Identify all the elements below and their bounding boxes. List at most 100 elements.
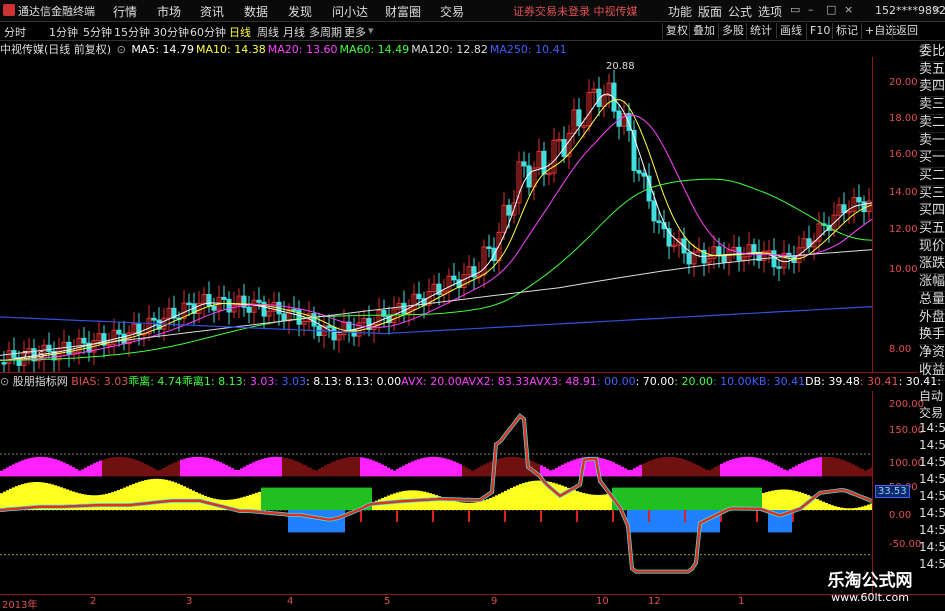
- side-item[interactable]: 卖三: [919, 96, 945, 116]
- period-60min[interactable]: 60分钟: [190, 24, 226, 40]
- yellow-band: [9, 488, 12, 510]
- magenta-band: [66, 464, 69, 477]
- menu-shichang[interactable]: 市场: [157, 3, 181, 20]
- period-fenshi[interactable]: 分时: [4, 24, 26, 40]
- window-close-icon[interactable]: ×: [932, 3, 943, 16]
- tool-biaoji[interactable]: 标记: [832, 23, 858, 39]
- login-notice[interactable]: 证券交易未登录 中视传媒: [513, 3, 638, 19]
- side-item[interactable]: 卖一: [919, 132, 945, 151]
- magenta-band: [198, 456, 201, 477]
- yellow-band: [501, 492, 504, 510]
- period-more[interactable]: 更多: [344, 24, 366, 40]
- minimize-icon[interactable]: ▭: [790, 3, 801, 16]
- menu-banmian[interactable]: 版面: [698, 3, 722, 20]
- period-1min[interactable]: 1分钟: [49, 24, 78, 40]
- settings-circle-icon[interactable]: ⊙: [0, 375, 9, 388]
- period-15min[interactable]: 15分钟: [114, 24, 150, 40]
- side-item[interactable]: 买二: [919, 167, 945, 186]
- yellow-band: [87, 494, 90, 510]
- menu-xuanxiang[interactable]: 选项: [758, 3, 782, 20]
- side-item[interactable]: 总量: [919, 291, 945, 310]
- green-band: [651, 487, 654, 510]
- menu-hangqing[interactable]: 行情: [113, 3, 137, 20]
- tool-fuquan[interactable]: 复权: [662, 23, 688, 39]
- magenta-band: [390, 469, 393, 477]
- tool-duogu[interactable]: 多股: [718, 23, 744, 39]
- period-weekly[interactable]: 周线: [257, 24, 279, 40]
- side-item[interactable]: 买一: [919, 149, 945, 169]
- green-band: [663, 487, 666, 510]
- side-item[interactable]: 外盘: [919, 309, 945, 328]
- chevron-down-icon[interactable]: ▾: [368, 24, 374, 37]
- menu-jiaoyi[interactable]: 交易: [440, 3, 464, 20]
- restore-icon[interactable]: –: [808, 3, 819, 16]
- yellow-band: [159, 478, 162, 510]
- period-multi[interactable]: 多周期: [309, 24, 342, 40]
- side-item[interactable]: 卖五: [919, 61, 945, 80]
- tool-zixuan[interactable]: +自选: [861, 23, 896, 39]
- tool-tongji[interactable]: 统计: [746, 23, 772, 39]
- yellow-band: [6, 490, 9, 510]
- yellow-band: [795, 491, 798, 510]
- side-item[interactable]: 买四: [919, 202, 945, 222]
- magenta-band: [36, 456, 39, 477]
- green-band: [705, 487, 708, 510]
- indicator-value-0: BIAS: 3.03: [71, 375, 129, 388]
- tool-fanhui[interactable]: 返回: [892, 23, 918, 39]
- candle-body: [81, 337, 87, 344]
- indicator-chart[interactable]: [0, 391, 872, 594]
- close-small-icon[interactable]: ×: [844, 3, 855, 16]
- low-price-label: 7.26: [22, 350, 44, 361]
- period-5min[interactable]: 5分钟: [83, 24, 112, 40]
- magenta-band: [774, 464, 777, 477]
- side-item[interactable]: 现价: [919, 238, 945, 257]
- menu-zixun[interactable]: 资讯: [200, 3, 224, 20]
- magenta-band: [447, 459, 450, 477]
- magenta-band: [510, 456, 513, 477]
- period-30min[interactable]: 30分钟: [153, 24, 189, 40]
- green-band: [690, 487, 693, 510]
- period-daily[interactable]: 日线: [229, 24, 251, 40]
- magenta-band: [24, 459, 27, 477]
- tool-huaxian[interactable]: 画线: [776, 23, 802, 39]
- tool-diejia[interactable]: 叠加: [689, 23, 715, 39]
- side-item[interactable]: 换手: [919, 326, 945, 346]
- tool-f10[interactable]: F10: [806, 23, 830, 39]
- magenta-band: [780, 467, 783, 477]
- magenta-band: [417, 459, 420, 477]
- side-item[interactable]: 涨跌: [919, 255, 945, 275]
- magenta-band: [303, 464, 306, 477]
- side-item[interactable]: 委比: [919, 43, 945, 62]
- side-item[interactable]: 卖四: [919, 78, 945, 98]
- side-item[interactable]: 买五: [919, 220, 945, 239]
- candle-body: [771, 250, 777, 268]
- side-item[interactable]: 卖二: [919, 114, 945, 133]
- date-tick: 9: [491, 596, 498, 607]
- candlestick-chart[interactable]: 20.88 7.26: [0, 57, 872, 372]
- menu-wenxiaoda[interactable]: 问小达: [332, 3, 368, 20]
- menu-faxian[interactable]: 发现: [288, 3, 312, 20]
- yellow-band: [816, 499, 819, 510]
- menu-shuju[interactable]: 数据: [244, 3, 268, 20]
- indicator-name[interactable]: 股朋指标网: [13, 375, 68, 388]
- menu-gongneng[interactable]: 功能: [668, 3, 692, 20]
- yellow-band: [774, 490, 777, 510]
- magenta-band: [18, 461, 21, 477]
- yellow-band: [585, 493, 588, 510]
- side-item[interactable]: 涨幅: [919, 273, 945, 293]
- side-item[interactable]: 净资: [919, 344, 945, 363]
- yellow-band: [606, 494, 609, 510]
- indicator-axis: 200.00150.00100.0050.000.00-50.0033.53: [872, 391, 924, 594]
- ma-label-2: MA20: 13.60: [267, 43, 338, 56]
- side-item[interactable]: 买三: [919, 185, 945, 204]
- menu-caifuquan[interactable]: 财富圈: [385, 3, 421, 20]
- indicator-value-13: : 20.00: [674, 375, 713, 388]
- magenta-band: [732, 458, 735, 477]
- settings-circle-icon[interactable]: ⊙: [117, 43, 126, 56]
- menu-gongshi[interactable]: 公式: [728, 3, 752, 20]
- yellow-band: [90, 495, 93, 510]
- maximize-icon[interactable]: □: [826, 3, 837, 16]
- price-axis: 20.00 18.00 16.00 14.00 12.00 10.00 8.00: [872, 57, 918, 372]
- period-monthly[interactable]: 月线: [283, 24, 305, 40]
- green-band: [726, 487, 729, 510]
